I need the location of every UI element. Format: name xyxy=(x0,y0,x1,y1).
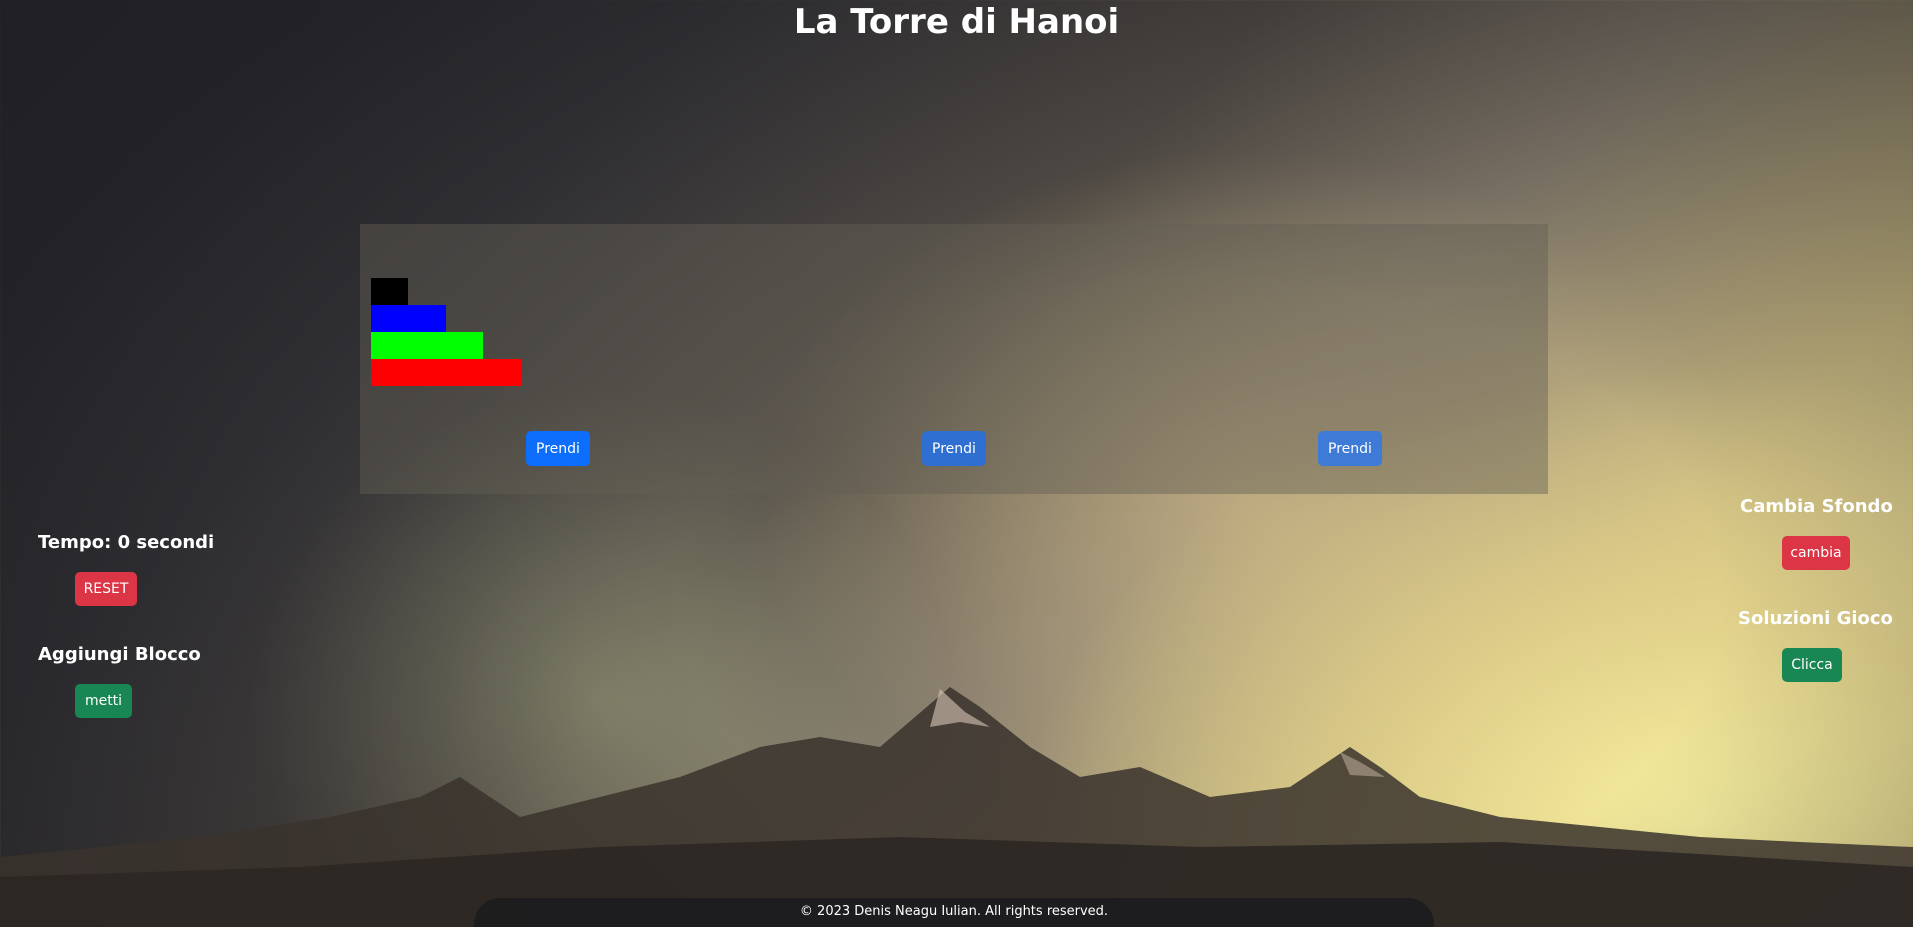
add-block-button[interactable]: metti xyxy=(75,684,132,718)
disk-2[interactable] xyxy=(371,305,446,332)
disk-3[interactable] xyxy=(371,332,483,359)
solutions-label: Soluzioni Gioco xyxy=(1738,608,1893,629)
disk-4[interactable] xyxy=(371,359,521,386)
page-title: La Torre di Hanoi xyxy=(793,2,1120,42)
mountains-background xyxy=(0,687,1913,927)
add-block-label: Aggiungi Blocco xyxy=(38,644,201,665)
game-board: Prendi Prendi Prendi xyxy=(360,224,1548,494)
take-button-tower-1[interactable]: Prendi xyxy=(526,431,590,466)
solutions-button[interactable]: Clicca xyxy=(1782,648,1842,682)
timer-label: Tempo: 0 secondi xyxy=(38,532,215,553)
disk-1[interactable] xyxy=(371,278,408,305)
footer: © 2023 Denis Neagu Iulian. All rights re… xyxy=(474,898,1434,927)
change-background-label: Cambia Sfondo xyxy=(1740,496,1893,517)
take-button-tower-2[interactable]: Prendi xyxy=(922,431,986,466)
take-button-tower-3[interactable]: Prendi xyxy=(1318,431,1382,466)
change-background-button[interactable]: cambia xyxy=(1782,536,1850,570)
reset-button[interactable]: RESET xyxy=(75,572,137,606)
